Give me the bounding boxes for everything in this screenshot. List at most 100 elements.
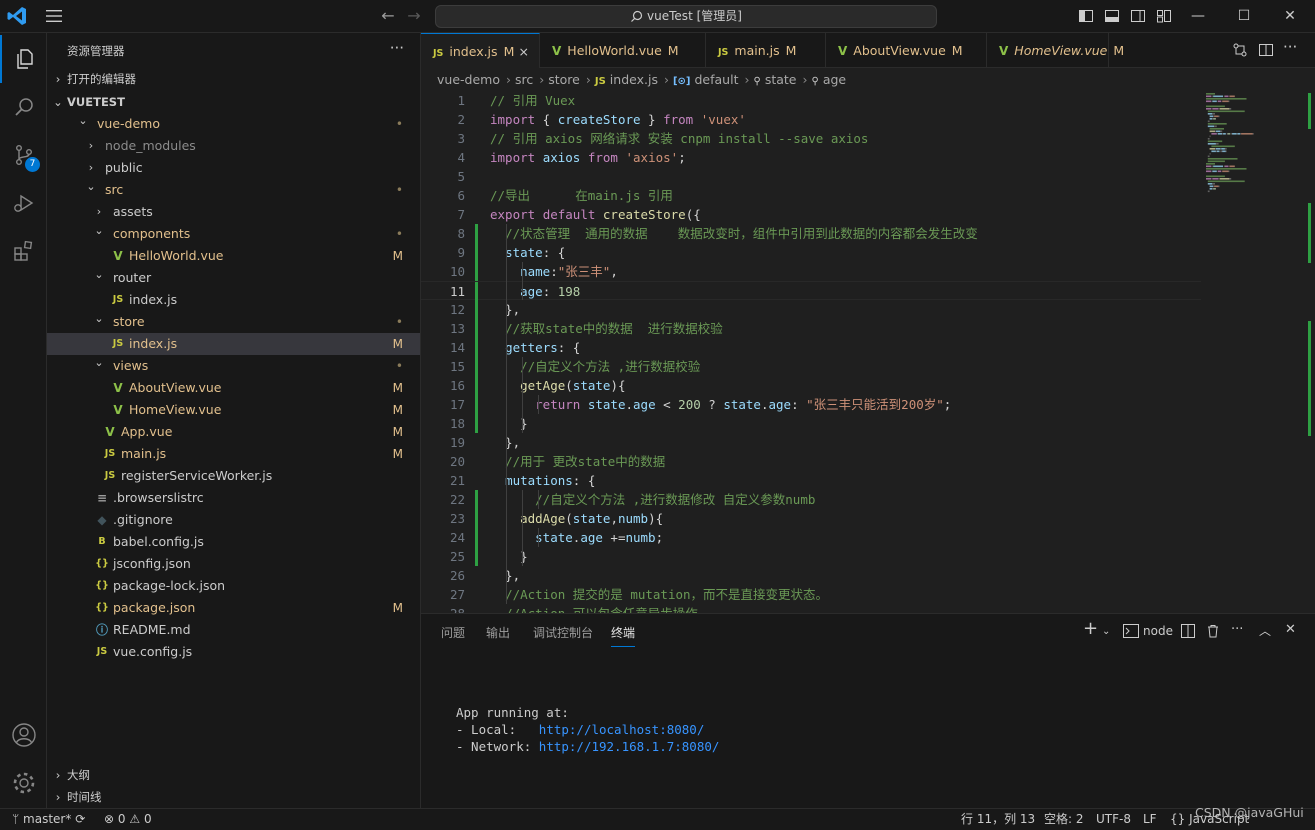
tab-homeview-vue[interactable]: V HomeView.vue M — [987, 33, 1124, 68]
breadcrumb-item[interactable]: index.js — [610, 72, 658, 87]
line-number: 28 — [421, 604, 465, 613]
terminal-dropdown-icon[interactable]: ⌄ — [1102, 626, 1110, 637]
folder-item[interactable]: ⌄ views • — [47, 355, 420, 377]
minimap-line — [1221, 148, 1225, 150]
file-item[interactable]: {} package-lock.json — [47, 575, 420, 597]
tab-helloworld-vue[interactable]: V HelloWorld.vue M — [540, 33, 706, 68]
modified-badge: M — [503, 44, 515, 59]
minimap-line — [1222, 100, 1229, 103]
file-item[interactable]: {} package.json M — [47, 597, 420, 619]
folder-item[interactable]: ⌄ vue-demo • — [47, 113, 420, 135]
eol-status[interactable]: LF — [1143, 809, 1157, 830]
folder-item[interactable]: ⌄ components • — [47, 223, 420, 245]
tab-index-js[interactable]: JS index.js M × — [421, 33, 540, 68]
panel-tab[interactable]: 调试控制台 — [533, 624, 593, 641]
indent-guide — [522, 262, 523, 300]
customize-layout-icon[interactable] — [1156, 8, 1172, 24]
command-center[interactable]: vueTest [管理员] — [435, 5, 937, 28]
back-arrow-icon[interactable]: ← — [379, 7, 397, 25]
code-line: 11 age: 198 — [421, 281, 1201, 301]
file-item[interactable]: ≡ .browserslistrc — [47, 487, 420, 509]
maximize-panel-icon[interactable]: ︿ — [1259, 622, 1271, 639]
toggle-secondary-sidebar-icon[interactable] — [1130, 8, 1146, 24]
terminal-network-url[interactable]: http://192.168.1.7:8080/ — [539, 739, 720, 754]
open-editors-section[interactable]: › 打开的编辑器 — [47, 68, 421, 90]
split-terminal-icon[interactable] — [1181, 624, 1195, 638]
file-item[interactable]: {} jsconfig.json — [47, 553, 420, 575]
maximize-button[interactable]: ☐ — [1221, 0, 1267, 33]
outline-section[interactable]: › 大纲 — [47, 764, 421, 786]
close-tab-icon[interactable]: × — [519, 34, 529, 69]
terminal-local-label: - Local: — [456, 722, 539, 737]
file-item[interactable]: ◆ .gitignore — [47, 509, 420, 531]
editor-scrollbar[interactable] — [1304, 91, 1315, 613]
branch-status[interactable]: ᛘ master* ⟳ — [12, 809, 85, 830]
folder-item[interactable]: ⌄ router — [47, 267, 420, 289]
file-item[interactable]: V HomeView.vue M — [47, 399, 420, 421]
manage-gear-icon[interactable] — [0, 759, 47, 807]
more-actions-icon[interactable]: ··· — [390, 39, 404, 57]
breadcrumb-item[interactable]: default — [695, 72, 739, 87]
folder-item[interactable]: › node_modules — [47, 135, 420, 157]
terminal-name[interactable]: node — [1143, 624, 1173, 638]
forward-arrow-icon[interactable]: → — [405, 7, 423, 25]
problems-status[interactable]: ⊗ 0 ⚠ 0 — [104, 809, 152, 830]
tab-main-js[interactable]: JS main.js M — [706, 33, 826, 68]
panel-more-icon[interactable]: ··· — [1231, 622, 1243, 637]
breadcrumb-item[interactable]: vue-demo — [437, 72, 500, 87]
source-control-icon[interactable]: 7 — [0, 131, 47, 179]
panel-tab[interactable]: 问题 — [441, 624, 465, 641]
minimap[interactable] — [1204, 91, 1304, 221]
folder-item[interactable]: ⌄ store • — [47, 311, 420, 333]
toggle-sidebar-icon[interactable] — [1078, 8, 1094, 24]
timeline-section[interactable]: › 时间线 — [47, 786, 421, 808]
indent-guide — [522, 357, 523, 433]
editor-more-icon[interactable]: ··· — [1283, 38, 1299, 56]
minimap-line — [1214, 125, 1217, 128]
toggle-panel-icon[interactable] — [1104, 8, 1120, 24]
close-panel-icon[interactable]: ✕ — [1285, 622, 1296, 637]
close-window-button[interactable]: ✕ — [1267, 0, 1313, 33]
minimap-line — [1207, 158, 1238, 160]
search-view-icon[interactable] — [0, 83, 47, 131]
json-file-icon: {} — [95, 580, 109, 591]
terminal-local-url[interactable]: http://localhost:8080/ — [539, 722, 705, 737]
code-token: return — [535, 397, 581, 412]
minimize-button[interactable]: — — [1175, 0, 1221, 33]
file-item[interactable]: V AboutView.vue M — [47, 377, 420, 399]
file-item[interactable]: Bbabel.config.js — [47, 531, 420, 553]
file-item[interactable]: V App.vue M — [47, 421, 420, 443]
breadcrumb-item[interactable]: age — [823, 72, 846, 87]
terminal-output[interactable]: App running at: - Local: http://localhos… — [456, 704, 719, 755]
extensions-icon[interactable] — [0, 227, 47, 275]
tab-label: HomeView.vue — [1014, 43, 1108, 58]
indentation-status[interactable]: 空格: 2 — [1044, 809, 1084, 830]
file-item[interactable]: JS main.js M — [47, 443, 420, 465]
encoding-status[interactable]: UTF-8 — [1096, 809, 1131, 830]
accounts-icon[interactable] — [0, 711, 47, 759]
file-item[interactable]: JS vue.config.js — [47, 641, 420, 663]
open-changes-icon[interactable] — [1232, 42, 1248, 58]
trash-icon[interactable] — [1206, 624, 1220, 638]
file-item[interactable]: ⓘ README.md — [47, 619, 420, 641]
panel-tab[interactable]: 输出 — [486, 624, 510, 641]
code-token: //Action 提交的是 mutation，而不是直接变更状态。 — [505, 587, 829, 602]
folder-item[interactable]: ⌄ src • — [47, 179, 420, 201]
file-item[interactable]: JS registerServiceWorker.js — [47, 465, 420, 487]
status-bar: ᛘ master* ⟳ ⊗ 0 ⚠ 0 行 11，列 13 空格: 2 UTF-… — [0, 808, 1315, 830]
folder-item[interactable]: › public — [47, 157, 420, 179]
workspace-section[interactable]: ⌄ VUETEST — [47, 91, 421, 113]
breadcrumb-item[interactable]: src — [515, 72, 533, 87]
code-editor[interactable]: 1 // 引用 Vuex 2 import { createStore } from … — [421, 91, 1201, 613]
breadcrumb-item[interactable]: store — [548, 72, 580, 87]
explorer-icon[interactable] — [0, 35, 47, 83]
tab-aboutview-vue[interactable]: V AboutView.vue M — [826, 33, 987, 68]
menu-icon[interactable] — [44, 7, 64, 25]
panel-tab[interactable]: 终端 — [611, 624, 636, 647]
minimap-line — [1213, 95, 1224, 98]
new-terminal-icon[interactable]: + — [1083, 618, 1098, 639]
breadcrumb-item[interactable]: state — [765, 72, 797, 87]
cursor-position[interactable]: 行 11，列 13 — [961, 809, 1035, 830]
split-editor-icon[interactable] — [1258, 42, 1274, 58]
run-debug-icon[interactable] — [0, 179, 47, 227]
